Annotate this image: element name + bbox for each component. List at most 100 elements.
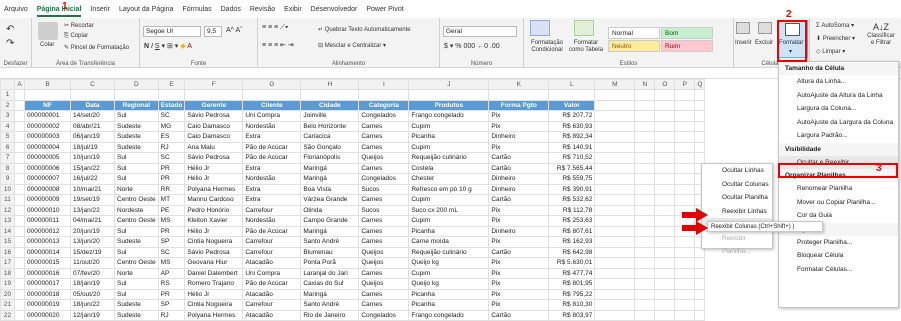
menu-item-size-4[interactable]: Largura Padrão...: [779, 129, 898, 143]
cell[interactable]: Nordestão: [242, 215, 302, 227]
cell[interactable]: [654, 152, 676, 164]
font-name-select[interactable]: Segoe UI: [143, 26, 201, 37]
cell[interactable]: Carnes: [358, 299, 410, 311]
cell[interactable]: Pix: [488, 278, 550, 290]
cell[interactable]: MS: [157, 215, 186, 227]
cell[interactable]: Carnes: [358, 162, 410, 174]
cell[interactable]: [634, 120, 656, 132]
cell[interactable]: Maringá: [300, 173, 360, 185]
submenu-item-0[interactable]: Ocultar Linhas: [702, 164, 772, 178]
cell[interactable]: Laranjal do Jari: [300, 267, 360, 279]
column-header[interactable]: G: [242, 79, 302, 90]
cell[interactable]: Dinheiro: [488, 183, 550, 195]
menu-5[interactable]: Dados: [221, 6, 241, 13]
row-number[interactable]: 3: [0, 110, 15, 122]
column-header[interactable]: J: [408, 79, 490, 90]
cell[interactable]: [674, 110, 696, 122]
row-number[interactable]: 5: [0, 131, 15, 143]
cell[interactable]: Sudeste: [114, 141, 159, 153]
row-number[interactable]: 18: [0, 267, 15, 279]
cell[interactable]: [654, 131, 676, 143]
cell[interactable]: [654, 110, 676, 122]
cell[interactable]: 16/jul/22: [70, 173, 115, 185]
cell[interactable]: Sudeste: [114, 299, 159, 311]
cell[interactable]: Queijos: [358, 257, 410, 269]
column-header[interactable]: L: [548, 79, 596, 90]
cell[interactable]: Hélio Jr: [184, 288, 244, 300]
cell[interactable]: [674, 89, 696, 101]
cell[interactable]: [24, 89, 71, 101]
cell[interactable]: [634, 236, 656, 248]
cell[interactable]: [634, 110, 656, 122]
cell[interactable]: 000000012: [24, 225, 71, 237]
column-header[interactable]: M: [594, 79, 636, 90]
cell[interactable]: [14, 110, 25, 122]
cell[interactable]: 13/jan/22: [70, 204, 115, 216]
column-header[interactable]: H: [300, 79, 360, 90]
cell[interactable]: [594, 183, 636, 195]
cell[interactable]: [654, 99, 676, 111]
cell[interactable]: [634, 173, 656, 185]
cell[interactable]: [594, 246, 636, 258]
row-number[interactable]: 15: [0, 236, 15, 248]
cell[interactable]: Regional: [114, 99, 159, 111]
cell[interactable]: Carnes: [358, 131, 410, 143]
cell[interactable]: Carnes: [358, 288, 410, 300]
insert-button[interactable]: Inserir: [735, 40, 752, 46]
cell[interactable]: 20/jun/19: [70, 225, 115, 237]
redo-icon[interactable]: ↷: [6, 38, 14, 49]
cell[interactable]: Belo Horizonte: [300, 120, 360, 132]
cell[interactable]: [634, 257, 656, 269]
cell[interactable]: Sul: [114, 246, 159, 258]
cell[interactable]: Carnes: [358, 236, 410, 248]
cell[interactable]: Frango congelado: [408, 309, 490, 321]
cell[interactable]: [654, 162, 676, 174]
cell[interactable]: Pão de Acúcar: [242, 278, 302, 290]
cell[interactable]: Cupim: [408, 267, 490, 279]
cell[interactable]: Cidade: [300, 99, 360, 111]
cell[interactable]: Carnes: [358, 194, 410, 206]
cell[interactable]: [674, 194, 696, 206]
cell[interactable]: Sudeste: [114, 309, 159, 321]
cell[interactable]: Polyana Hermes: [184, 183, 244, 195]
menu-7[interactable]: Exibir: [284, 6, 302, 13]
cell[interactable]: Dinheiro: [488, 173, 550, 185]
cell[interactable]: [634, 278, 656, 290]
cell[interactable]: Geovana Hiur: [184, 257, 244, 269]
cell[interactable]: Blumenau: [300, 246, 360, 258]
cell[interactable]: [14, 99, 25, 111]
cell[interactable]: Pix: [488, 236, 550, 248]
cell[interactable]: 04/mai/21: [70, 215, 115, 227]
cell[interactable]: R$ 390,91: [548, 183, 596, 195]
cell[interactable]: 000000003: [24, 131, 71, 143]
cell[interactable]: [14, 152, 25, 164]
cell[interactable]: [674, 173, 696, 185]
column-header[interactable]: D: [114, 79, 159, 90]
cell[interactable]: [157, 89, 186, 101]
menu-item-size-2[interactable]: Largura da Coluna...: [779, 102, 898, 116]
cell[interactable]: [634, 309, 656, 321]
cell[interactable]: PE: [157, 204, 186, 216]
cell[interactable]: Florianópolis: [300, 152, 360, 164]
cell[interactable]: Valor: [548, 99, 596, 111]
cell[interactable]: Queijo kg: [408, 257, 490, 269]
cell[interactable]: SC: [157, 110, 186, 122]
cell[interactable]: [654, 299, 676, 311]
cell[interactable]: [594, 204, 636, 216]
cell[interactable]: [654, 278, 676, 290]
cell[interactable]: Sávio Pedrosa: [184, 246, 244, 258]
copy-button[interactable]: ⎘ Copiar: [64, 33, 88, 40]
column-header[interactable]: N: [634, 79, 656, 90]
cell[interactable]: Suco cx 200 mL: [408, 204, 490, 216]
cell[interactable]: Cupim: [408, 141, 490, 153]
column-header[interactable]: K: [488, 79, 550, 90]
menu-0[interactable]: Arquivo: [4, 6, 28, 13]
cell[interactable]: Cintia Nogueira: [184, 236, 244, 248]
cell[interactable]: [634, 162, 656, 174]
cell[interactable]: [634, 267, 656, 279]
cell[interactable]: Sul: [114, 173, 159, 185]
menu-9[interactable]: Power Pivot: [366, 6, 403, 13]
cell[interactable]: Pix: [488, 120, 550, 132]
cell[interactable]: Sul: [114, 225, 159, 237]
row-number[interactable]: 9: [0, 173, 15, 185]
